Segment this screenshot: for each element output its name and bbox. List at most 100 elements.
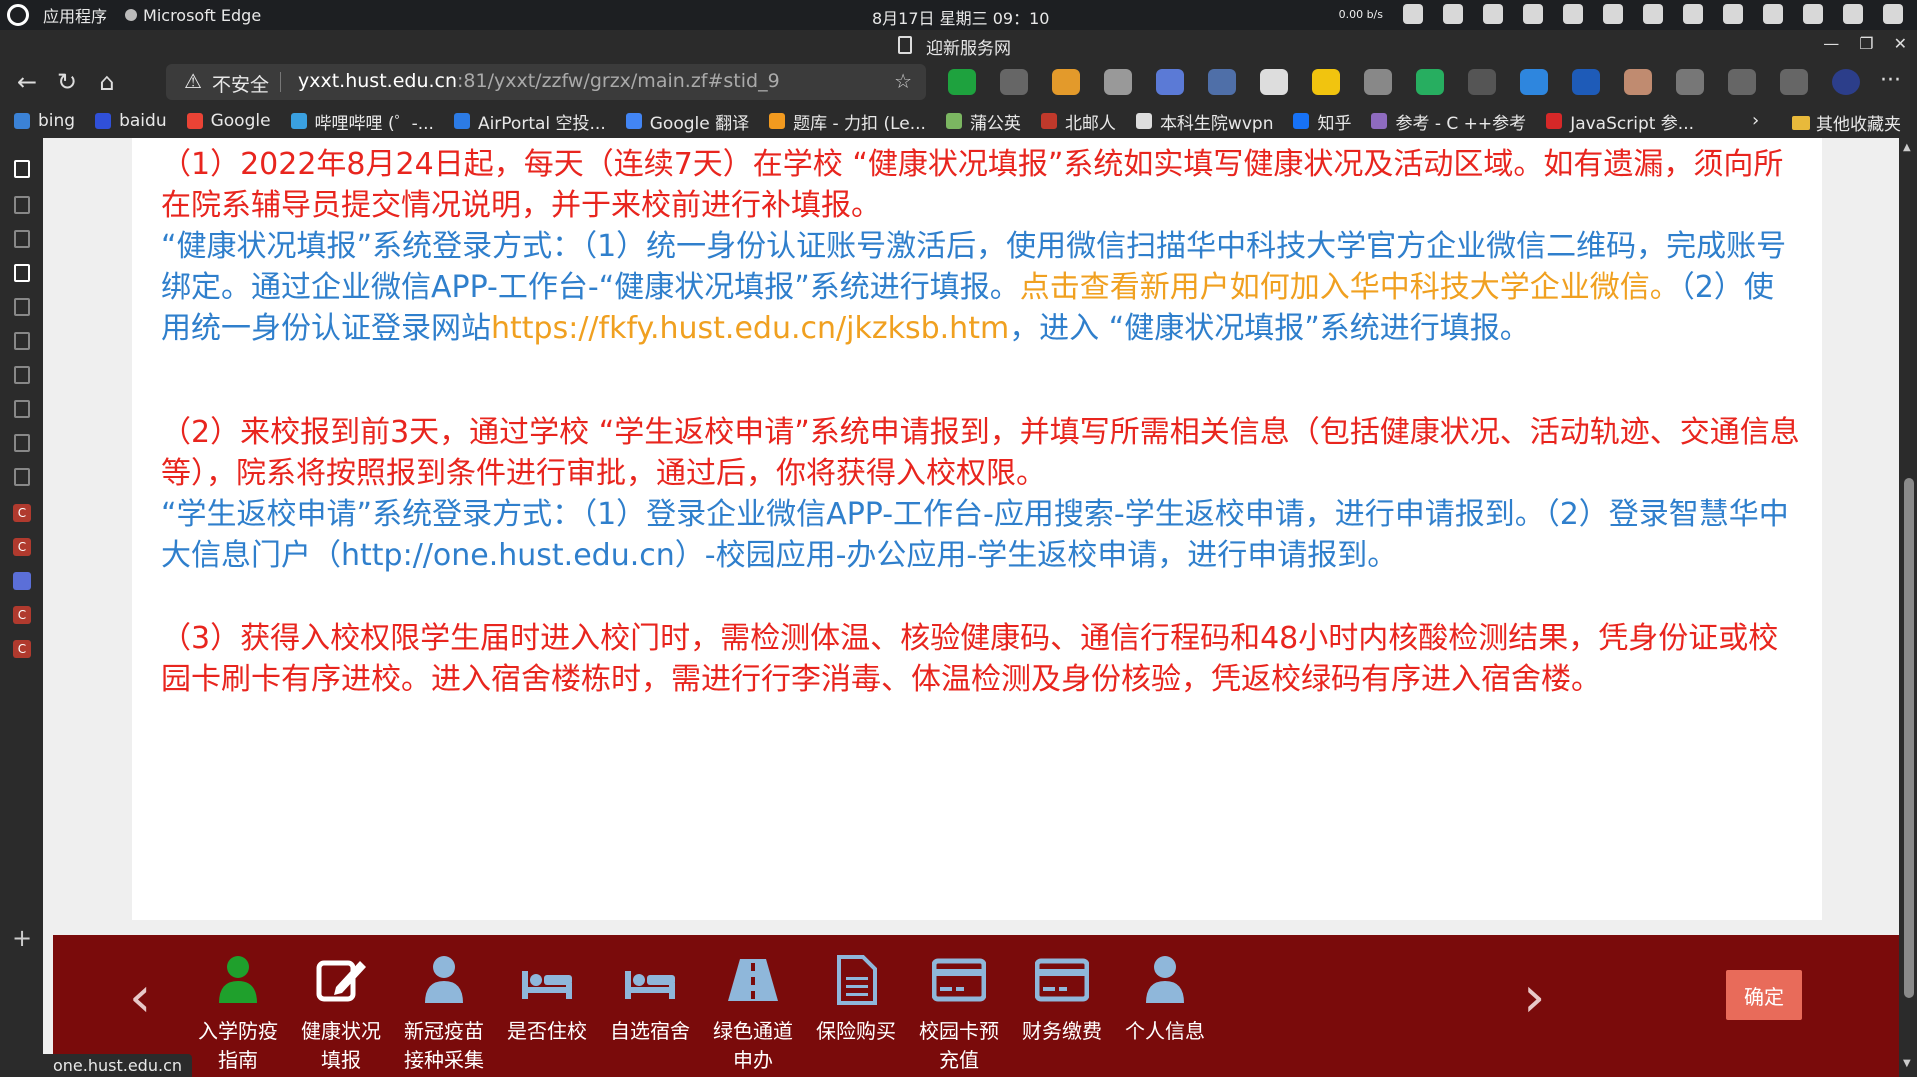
new-tab-plus-icon[interactable]: + xyxy=(12,924,32,952)
health-report-link[interactable]: https://fkfy.hust.edu.cn/jkzksb.htm xyxy=(491,311,1009,346)
service-item[interactable]: 保险购买 xyxy=(801,953,911,1046)
os-clock[interactable]: 8月17日 星期三 09：10 xyxy=(872,5,1049,29)
app-menu[interactable]: Microsoft Edge xyxy=(125,6,261,25)
extension-icon[interactable] xyxy=(1052,69,1080,95)
volume-icon[interactable] xyxy=(1843,4,1863,24)
extension-icon[interactable] xyxy=(1364,69,1392,95)
home-button[interactable]: ⌂ xyxy=(92,67,122,97)
close-button[interactable]: ✕ xyxy=(1894,34,1907,53)
service-item[interactable]: 个人信息 xyxy=(1110,953,1220,1046)
service-item-label: 绿色通道 xyxy=(713,1019,793,1043)
extension-icon[interactable] xyxy=(1260,69,1288,95)
bookmark-item[interactable]: bing xyxy=(14,111,75,131)
bookmark-item[interactable]: Google xyxy=(186,111,271,131)
extension-icon[interactable] xyxy=(1000,69,1028,95)
restore-button[interactable]: ❐ xyxy=(1859,34,1873,53)
url-text[interactable]: yxxt.hust.edu.cn:81/yxxt/zzfw/grzx/main.… xyxy=(298,70,780,92)
address-bar[interactable]: ⚠ 不安全 yxxt.hust.edu.cn:81/yxxt/zzfw/grzx… xyxy=(166,64,926,100)
tab-c-icon[interactable]: C xyxy=(13,538,31,556)
bookmark-item[interactable]: 知乎 xyxy=(1293,109,1351,134)
scroll-up-arrow-icon[interactable]: ▲ xyxy=(1903,142,1911,153)
favorites-icon[interactable] xyxy=(1728,69,1756,95)
back-button[interactable]: ← xyxy=(12,67,42,97)
activities-menu[interactable]: 应用程序 xyxy=(43,3,107,27)
prev-arrow-icon[interactable]: ‹ xyxy=(129,965,151,1030)
tray-app-icon[interactable] xyxy=(1483,4,1503,24)
bookmark-item[interactable]: baidu xyxy=(95,111,167,131)
bookmark-item[interactable]: 题库 - 力扣 (Le... xyxy=(769,109,926,134)
extension-icon[interactable] xyxy=(1312,69,1340,95)
tab-page-icon[interactable] xyxy=(14,264,30,282)
tab-page-icon[interactable] xyxy=(14,332,30,350)
confirm-button[interactable]: 确定 xyxy=(1726,970,1802,1020)
profile-avatar[interactable] xyxy=(1832,69,1860,95)
bookmark-item[interactable]: Google 翻译 xyxy=(625,109,749,134)
tab-page-icon[interactable] xyxy=(14,298,30,316)
tray-app-icon[interactable] xyxy=(1643,4,1663,24)
service-item[interactable]: 绿色通道 申办 xyxy=(698,953,808,1075)
bookmark-icon xyxy=(1293,113,1310,129)
tray-app-icon[interactable] xyxy=(1443,4,1463,24)
wifi-icon[interactable] xyxy=(1403,4,1423,24)
other-bookmarks-folder[interactable]: 其他收藏夹 xyxy=(1792,110,1901,135)
more-menu-icon[interactable]: ··· xyxy=(1880,68,1901,93)
bookmark-item[interactable]: AirPortal 空投... xyxy=(453,109,606,134)
service-item[interactable]: 财务缴费 xyxy=(1007,953,1117,1046)
wechat-join-link[interactable]: 点击查看新用户如何加入华中科技大学企业微信。 xyxy=(1020,270,1680,305)
extension-icon[interactable] xyxy=(1416,69,1444,95)
tab-c-icon[interactable]: C xyxy=(13,606,31,624)
warning-icon[interactable]: ⚠ xyxy=(184,69,202,93)
bookmark-item[interactable]: 蒲公英 xyxy=(945,109,1021,134)
page-scrollbar[interactable]: ▲ ▼ xyxy=(1899,138,1917,1077)
service-item[interactable]: 新冠疫苗 接种采集 xyxy=(389,953,499,1075)
bookmark-item[interactable]: 参考 - C ++参考 xyxy=(1371,109,1526,134)
tab-page-icon[interactable] xyxy=(14,196,30,214)
tab-page-icon[interactable] xyxy=(14,400,30,418)
tab-page-icon[interactable] xyxy=(14,434,30,452)
extension-icon[interactable] xyxy=(948,69,976,95)
extension-icon[interactable] xyxy=(1572,69,1600,95)
scroll-thumb[interactable] xyxy=(1904,478,1914,998)
tab-page-icon[interactable] xyxy=(14,230,30,248)
service-item[interactable]: 自选宿舍 xyxy=(595,953,705,1046)
favorite-star-icon[interactable]: ☆ xyxy=(894,69,912,93)
extension-icon[interactable] xyxy=(1520,69,1548,95)
clipboard-icon[interactable] xyxy=(1523,4,1543,24)
chevron-right-icon[interactable]: › xyxy=(1752,110,1759,131)
bookmark-item[interactable]: 哔哩哔哩 (゜-... xyxy=(290,109,434,134)
gear-icon[interactable] xyxy=(1763,4,1783,24)
next-arrow-icon[interactable]: › xyxy=(1523,965,1545,1030)
extension-icon[interactable] xyxy=(1624,69,1652,95)
reload-button[interactable]: ↻ xyxy=(52,67,82,97)
bookmark-item[interactable]: 本科生院wvpn xyxy=(1135,109,1273,134)
bookmark-item[interactable]: 北邮人 xyxy=(1040,109,1116,134)
extension-icon[interactable] xyxy=(1468,69,1496,95)
service-item[interactable]: 是否住校 xyxy=(492,953,602,1046)
ubuntu-logo-icon[interactable] xyxy=(7,4,29,26)
extensions-icon[interactable] xyxy=(1676,69,1704,95)
collections-icon[interactable] xyxy=(1780,69,1808,95)
service-item[interactable]: 校园卡预 充值 xyxy=(904,953,1014,1075)
tray-app-icon[interactable] xyxy=(1683,4,1703,24)
tab-page-icon[interactable] xyxy=(14,468,30,486)
extension-icon[interactable] xyxy=(1208,69,1236,95)
bookmark-item[interactable]: JavaScript 参... xyxy=(1546,109,1694,134)
service-item[interactable]: 入学防疫 指南 xyxy=(183,953,293,1075)
service-item[interactable]: 健康状况 填报 xyxy=(286,953,396,1075)
scroll-down-arrow-icon[interactable]: ▼ xyxy=(1903,1058,1911,1069)
power-icon[interactable] xyxy=(1883,4,1903,24)
paragraph-1-red: （1）2022年8月24日起，每天（连续7天）在学校 “健康状况填报”系统如实填… xyxy=(161,147,1784,223)
tab-app-icon[interactable] xyxy=(13,572,31,590)
extension-icon[interactable] xyxy=(1156,69,1184,95)
security-label[interactable]: 不安全 xyxy=(212,70,269,97)
wifi-icon[interactable] xyxy=(1803,4,1823,24)
tray-app-icon[interactable] xyxy=(1723,4,1743,24)
tab-page-icon[interactable] xyxy=(14,366,30,384)
tab-c-icon[interactable]: C xyxy=(13,640,31,658)
tray-app-icon[interactable] xyxy=(1603,4,1623,24)
extension-icon[interactable] xyxy=(1104,69,1132,95)
tab-actions-icon[interactable] xyxy=(14,160,30,178)
tab-c-icon[interactable]: C xyxy=(13,504,31,522)
minimize-button[interactable]: — xyxy=(1823,34,1839,53)
eject-icon[interactable] xyxy=(1563,4,1583,24)
